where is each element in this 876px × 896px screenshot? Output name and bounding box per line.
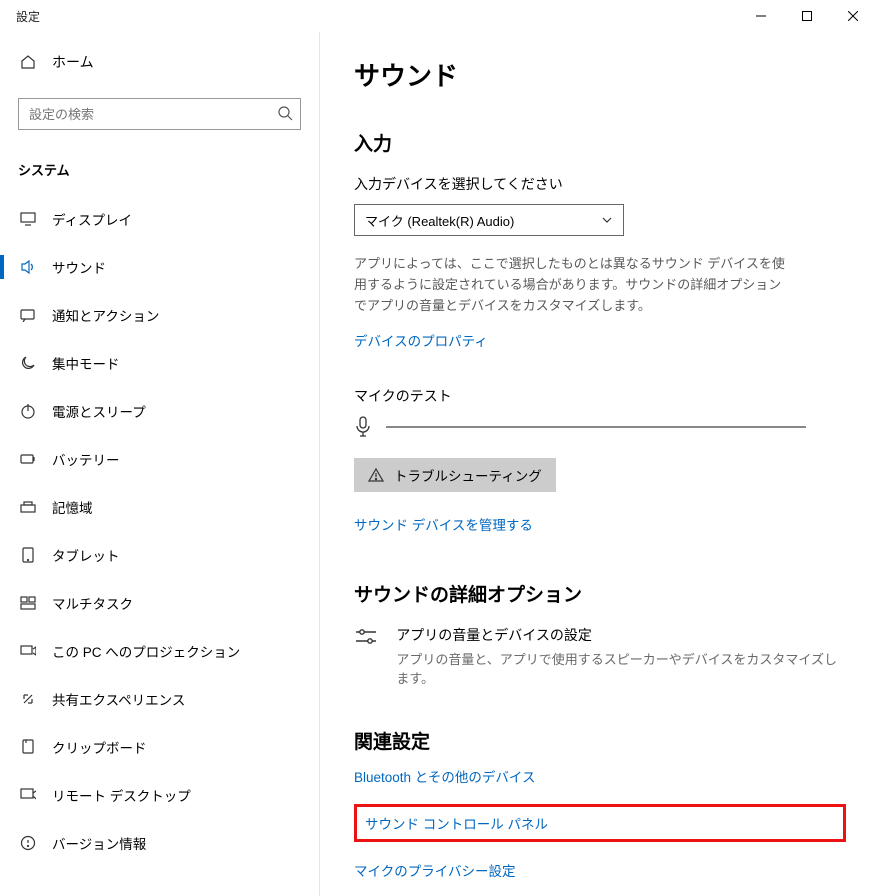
- choose-device-label: 入力デバイスを選択してください: [354, 174, 846, 194]
- sidebar-item-label: タブレット: [52, 545, 120, 565]
- troubleshoot-button[interactable]: トラブルシューティング: [354, 458, 556, 492]
- input-device-select[interactable]: マイク (Realtek(R) Audio): [354, 204, 624, 236]
- troubleshoot-label: トラブルシューティング: [394, 465, 542, 485]
- sidebar-item-13[interactable]: バージョン情報: [0, 819, 319, 867]
- minimize-button[interactable]: [738, 0, 784, 32]
- maximize-button[interactable]: [784, 0, 830, 32]
- sidebar-home-label: ホーム: [52, 52, 94, 72]
- sidebar-item-label: この PC へのプロジェクション: [52, 641, 240, 661]
- sidebar-item-10[interactable]: 共有エクスペリエンス: [0, 675, 319, 723]
- app-volume-title: アプリの音量とデバイスの設定: [396, 625, 846, 645]
- sidebar-item-6[interactable]: 記憶域: [0, 483, 319, 531]
- sidebar-item-3[interactable]: 集中モード: [0, 339, 319, 387]
- nav-icon: [18, 260, 38, 274]
- nav-icon: [18, 403, 38, 419]
- mic-test-label: マイクのテスト: [354, 386, 846, 406]
- mic-level-bar: [386, 426, 806, 428]
- nav-icon: [18, 212, 38, 226]
- sidebar-category: システム: [0, 150, 319, 195]
- related-heading: 関連設定: [354, 727, 846, 754]
- manage-devices-link[interactable]: サウンド デバイスを管理する: [354, 514, 533, 534]
- home-icon: [18, 54, 38, 70]
- input-description: アプリによっては、ここで選択したものとは異なるサウンド デバイスを使用するように…: [354, 254, 794, 316]
- sidebar-item-label: 共有エクスペリエンス: [52, 689, 185, 709]
- sidebar-home[interactable]: ホーム: [0, 42, 319, 82]
- nav-icon: [18, 501, 38, 513]
- related-settings: 関連設定 Bluetooth とその他のデバイスサウンド コントロール パネルマ…: [354, 727, 846, 896]
- sidebar-item-label: クリップボード: [52, 737, 147, 757]
- sidebar-item-0[interactable]: ディスプレイ: [0, 195, 319, 243]
- nav-icon: [18, 308, 38, 322]
- nav-icon: [18, 596, 38, 610]
- sidebar-item-label: バッテリー: [52, 449, 120, 469]
- sidebar-item-8[interactable]: マルチタスク: [0, 579, 319, 627]
- warning-icon: [368, 467, 384, 483]
- page-title: サウンド: [354, 56, 846, 93]
- nav-icon: [18, 454, 38, 464]
- related-link-0[interactable]: Bluetooth とその他のデバイス: [354, 766, 846, 786]
- input-heading: 入力: [354, 129, 846, 156]
- sidebar-item-label: バージョン情報: [52, 833, 146, 853]
- sidebar-item-11[interactable]: クリップボード: [0, 723, 319, 771]
- advanced-heading: サウンドの詳細オプション: [354, 580, 846, 607]
- sidebar-item-label: マルチタスク: [52, 593, 133, 613]
- window-title: 設定: [16, 8, 40, 25]
- content: サウンド 入力 入力デバイスを選択してください マイク (Realtek(R) …: [320, 32, 876, 896]
- sliders-icon: [354, 627, 380, 687]
- sidebar-item-label: 集中モード: [52, 353, 120, 373]
- sidebar-item-label: 記憶域: [52, 497, 93, 517]
- sidebar-item-label: 電源とスリープ: [52, 401, 146, 421]
- selected-device: マイク (Realtek(R) Audio): [365, 211, 514, 230]
- related-link-2[interactable]: マイクのプライバシー設定: [354, 860, 846, 880]
- device-properties-link[interactable]: デバイスのプロパティ: [354, 330, 488, 350]
- sidebar-item-label: サウンド: [52, 257, 106, 277]
- microphone-icon: [354, 416, 372, 438]
- nav-icon: [18, 644, 38, 658]
- titlebar: 設定: [0, 0, 876, 32]
- sidebar-search[interactable]: [18, 98, 301, 130]
- sidebar-item-2[interactable]: 通知とアクション: [0, 291, 319, 339]
- nav-icon: [18, 739, 38, 755]
- close-button[interactable]: [830, 0, 876, 32]
- sidebar-item-5[interactable]: バッテリー: [0, 435, 319, 483]
- sidebar-item-label: リモート デスクトップ: [52, 785, 191, 805]
- sidebar-item-label: ディスプレイ: [52, 209, 132, 229]
- chevron-down-icon: [601, 214, 613, 226]
- nav-icon: [18, 355, 38, 371]
- sidebar-item-label: 通知とアクション: [52, 305, 159, 325]
- nav-icon: [18, 835, 38, 851]
- sidebar-item-4[interactable]: 電源とスリープ: [0, 387, 319, 435]
- sidebar-item-12[interactable]: リモート デスクトップ: [0, 771, 319, 819]
- search-input[interactable]: [18, 98, 301, 130]
- nav-icon: [18, 788, 38, 802]
- app-volume-desc: アプリの音量と、アプリで使用するスピーカーやデバイスをカスタマイズします。: [396, 649, 846, 687]
- nav-icon: [18, 547, 38, 563]
- search-icon: [277, 105, 293, 121]
- related-link-1[interactable]: サウンド コントロール パネル: [354, 804, 846, 842]
- nav-icon: [18, 691, 38, 707]
- sidebar-item-7[interactable]: タブレット: [0, 531, 319, 579]
- sidebar-item-1[interactable]: サウンド: [0, 243, 319, 291]
- sidebar: ホーム システム ディスプレイサウンド通知とアクション集中モード電源とスリープバ…: [0, 32, 320, 896]
- app-volume-item[interactable]: アプリの音量とデバイスの設定 アプリの音量と、アプリで使用するスピーカーやデバイ…: [354, 625, 846, 687]
- sidebar-item-9[interactable]: この PC へのプロジェクション: [0, 627, 319, 675]
